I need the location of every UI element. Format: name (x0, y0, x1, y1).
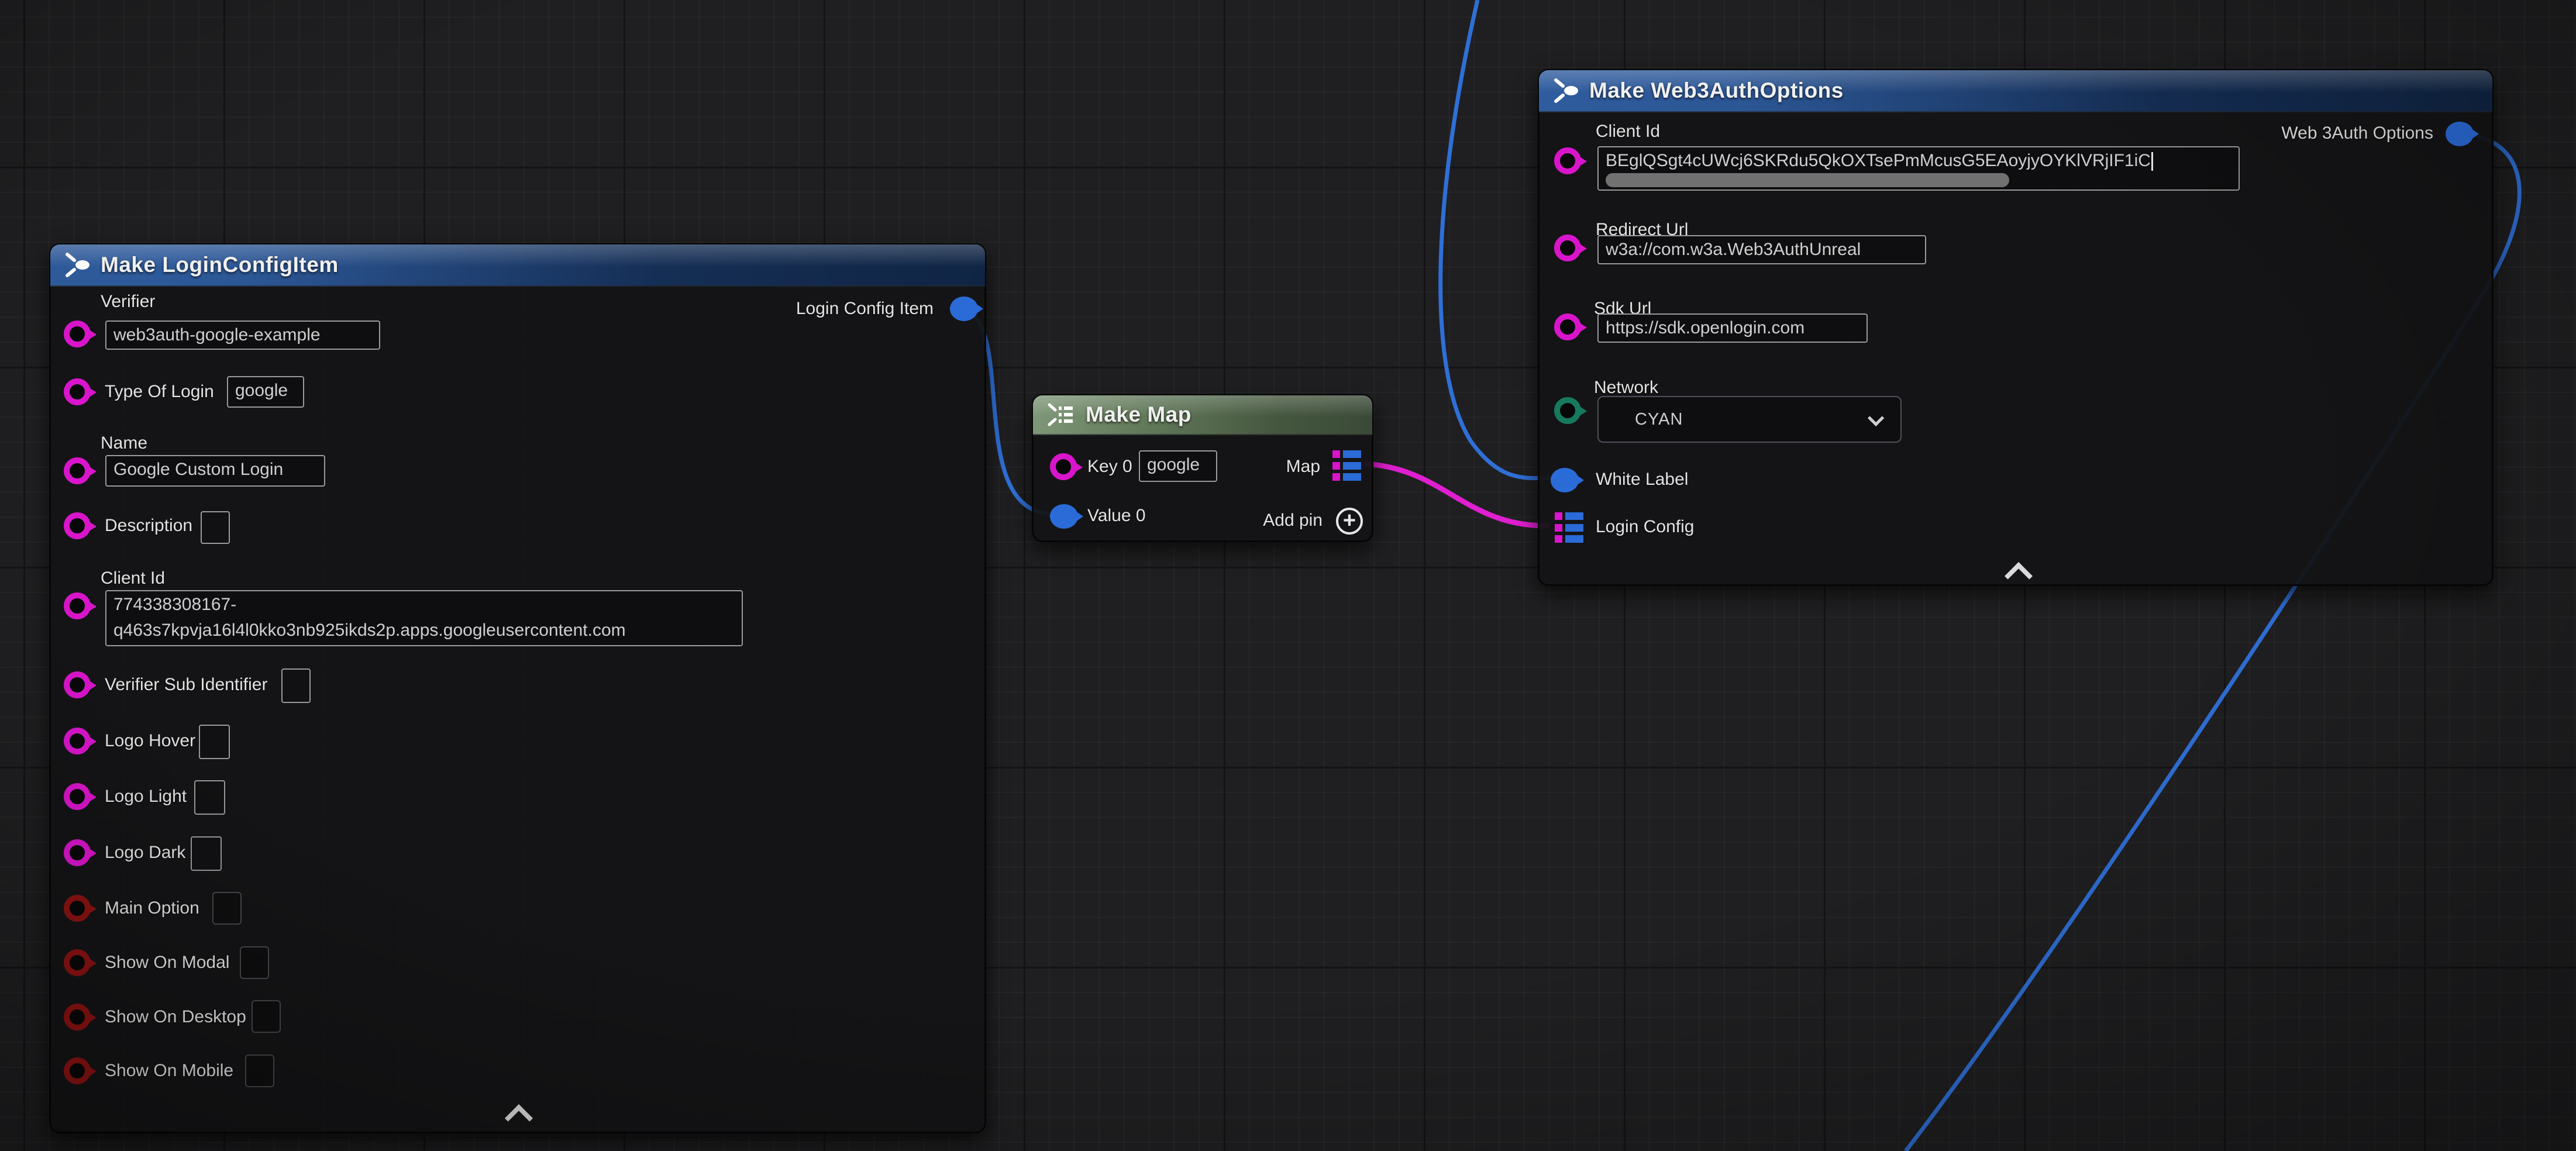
white-label-pin[interactable] (1551, 468, 1579, 492)
name-input[interactable]: Google Custom Login (105, 455, 325, 487)
show-on-mobile-pin[interactable] (64, 1057, 91, 1084)
map-output-label: Map (1286, 457, 1320, 477)
main-option-checkbox[interactable] (212, 892, 242, 925)
description-label: Description (105, 516, 192, 536)
show-on-mobile-label: Show On Mobile (105, 1061, 233, 1081)
value0-label: Value 0 (1087, 506, 1146, 526)
logo-dark-pin[interactable] (64, 839, 91, 866)
node-title: Make Web3AuthOptions (1589, 78, 1844, 103)
show-on-desktop-pin[interactable] (64, 1004, 91, 1031)
add-pin-label: Add pin (1263, 511, 1323, 530)
main-option-pin[interactable] (64, 895, 91, 922)
verifier-input[interactable]: web3auth-google-example (105, 321, 380, 350)
client-id-text: BEglQSgt4cUWcj6SKRdu5QkOXTsePmMcusG5EAoy… (1606, 151, 2151, 170)
text-caret (2151, 152, 2153, 171)
blueprint-canvas[interactable]: { "colors": { "canvas_bg": "#1f1f21", "h… (0, 0, 2576, 1151)
output-pin-web3auth-options[interactable] (2446, 122, 2474, 146)
client-id-pin[interactable] (1554, 147, 1581, 174)
logo-hover-input[interactable] (199, 725, 230, 759)
logo-hover-label: Logo Hover (105, 731, 195, 751)
type-of-login-pin[interactable] (64, 378, 91, 405)
main-option-label: Main Option (105, 898, 199, 918)
node-make-map[interactable]: Make Map Key 0 google Map Value 0 Add pi… (1032, 394, 1373, 542)
wire-top-to-whitelabel[interactable] (1441, 0, 1551, 478)
verifier-sub-identifier-pin[interactable] (64, 671, 91, 698)
sdk-url-pin[interactable] (1554, 313, 1581, 340)
client-id-input[interactable]: 774338308167-q463s7kpvja16l4l0kko3nb925i… (105, 590, 743, 646)
client-id-label: Client Id (101, 568, 165, 588)
client-id-scrollbar[interactable] (1606, 173, 2009, 187)
wire-map-to-loginconfig[interactable] (1364, 464, 1550, 526)
output-label: Login Config Item (796, 299, 934, 319)
node-header[interactable]: Make Web3AuthOptions (1539, 70, 2492, 112)
map-output-pin[interactable] (1332, 450, 1362, 481)
show-on-desktop-checkbox[interactable] (252, 1000, 281, 1033)
make-map-icon (1046, 401, 1075, 428)
node-title: Make Map (1086, 402, 1191, 427)
redirect-url-input[interactable]: w3a://com.w3a.Web3AuthUnreal (1597, 235, 1926, 264)
key0-label: Key 0 (1087, 457, 1132, 477)
logo-dark-label: Logo Dark (105, 843, 185, 863)
client-id-label: Client Id (1596, 122, 1660, 142)
show-on-mobile-checkbox[interactable] (245, 1054, 274, 1087)
output-label: Web 3Auth Options (2281, 123, 2433, 143)
name-label: Name (101, 433, 147, 453)
client-id-pin[interactable] (64, 592, 91, 619)
logo-hover-pin[interactable] (64, 728, 91, 754)
white-label-label: White Label (1596, 470, 1688, 490)
collapse-chevron-icon[interactable] (505, 1104, 533, 1132)
login-config-label: Login Config (1596, 517, 1694, 537)
make-struct-icon (63, 251, 90, 278)
show-on-desktop-label: Show On Desktop (105, 1007, 246, 1027)
output-pin-login-config-item[interactable] (950, 297, 978, 321)
redirect-url-pin[interactable] (1554, 235, 1581, 261)
show-on-modal-checkbox[interactable] (240, 946, 269, 979)
type-of-login-label: Type Of Login (105, 382, 214, 402)
key0-pin[interactable] (1050, 453, 1077, 480)
network-pin[interactable] (1554, 397, 1581, 424)
verifier-sub-identifier-input[interactable] (281, 668, 311, 703)
verifier-label: Verifier (101, 292, 155, 312)
sdk-url-input[interactable]: https://sdk.openlogin.com (1597, 313, 1868, 343)
value0-pin[interactable] (1050, 504, 1078, 529)
logo-light-pin[interactable] (64, 783, 91, 810)
node-make-loginconfigitem[interactable]: Make LoginConfigItem Login Config Item V… (49, 243, 986, 1133)
node-header[interactable]: Make LoginConfigItem (50, 244, 985, 287)
login-config-pin[interactable] (1555, 512, 1584, 543)
client-id-input[interactable]: BEglQSgt4cUWcj6SKRdu5QkOXTsePmMcusG5EAoy… (1597, 146, 2240, 191)
chevron-down-icon (1868, 410, 1884, 426)
logo-light-input[interactable] (194, 780, 225, 815)
make-struct-icon (1552, 77, 1579, 104)
node-title: Make LoginConfigItem (101, 253, 339, 277)
show-on-modal-pin[interactable] (64, 949, 91, 976)
network-label: Network (1594, 378, 1658, 398)
description-pin[interactable] (64, 512, 91, 539)
verifier-sub-identifier-label: Verifier Sub Identifier (105, 675, 267, 695)
add-pin-button[interactable]: + (1336, 508, 1363, 535)
description-input[interactable] (201, 511, 230, 544)
network-value: CYAN (1635, 410, 1683, 429)
logo-dark-input[interactable] (191, 836, 222, 871)
name-pin[interactable] (64, 457, 91, 484)
verifier-pin[interactable] (64, 321, 91, 347)
node-make-web3authoptions[interactable]: Make Web3AuthOptions Web 3Auth Options C… (1538, 69, 2494, 586)
network-dropdown[interactable]: CYAN (1597, 396, 1902, 443)
show-on-modal-label: Show On Modal (105, 953, 229, 973)
collapse-chevron-icon[interactable] (2005, 562, 2033, 590)
type-of-login-input[interactable]: google (227, 376, 304, 408)
key0-input[interactable]: google (1139, 450, 1217, 482)
node-header[interactable]: Make Map (1033, 395, 1372, 435)
logo-light-label: Logo Light (105, 787, 187, 807)
